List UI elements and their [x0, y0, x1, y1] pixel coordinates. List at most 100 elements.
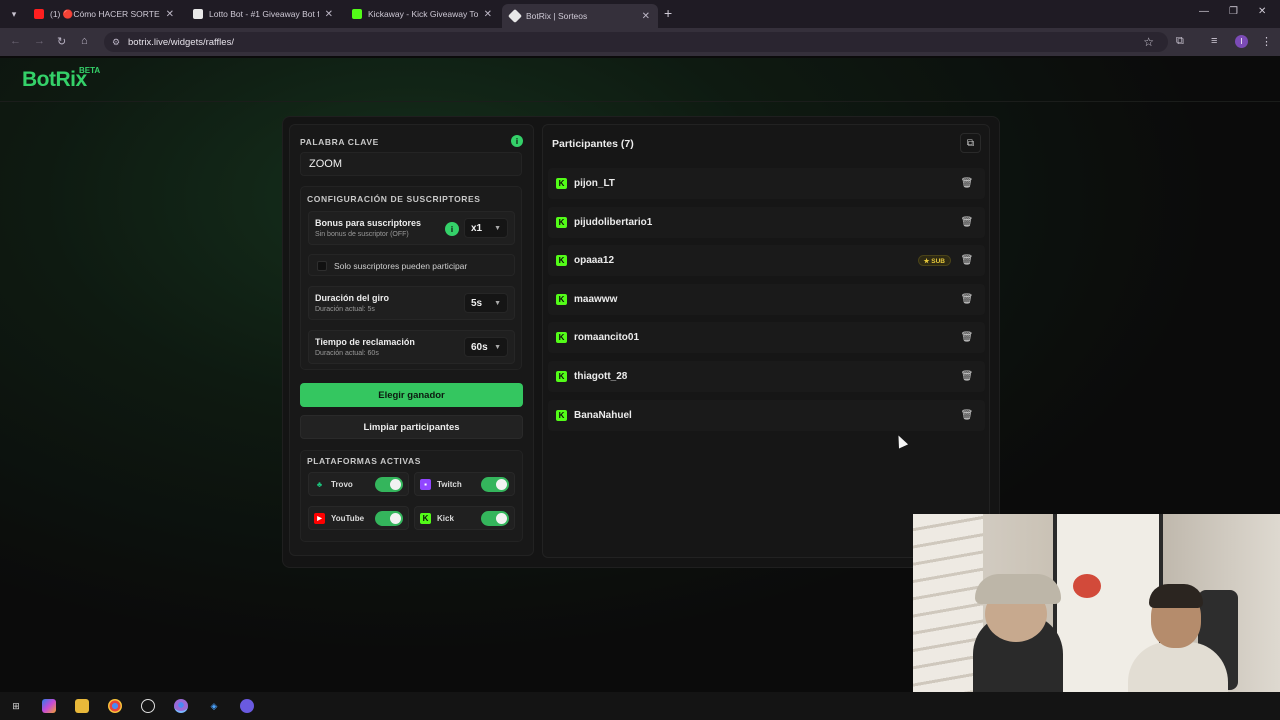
kick-icon: K — [556, 371, 567, 382]
bonus-multiplier-value: x1 — [471, 222, 483, 234]
profile-avatar[interactable]: I — [1235, 35, 1248, 48]
platform-name: YouTube — [331, 514, 365, 523]
participant-name: romaancito01 — [574, 332, 640, 343]
participant-row: K romaancito01 🗑 — [548, 322, 985, 353]
app-icon[interactable]: ◈ — [207, 699, 221, 713]
tab-title: Kickaway - Kick Giveaway Tool — [368, 9, 478, 19]
kick-icon — [352, 9, 362, 19]
subscribers-only-row[interactable]: Solo suscriptores pueden participar — [308, 254, 515, 276]
platform-youtube: ▶ YouTube — [308, 506, 409, 530]
pick-winner-button[interactable]: Elegir ganador — [300, 383, 523, 407]
webcam-overlay — [913, 514, 1280, 720]
browser-tab[interactable]: (1) 🔴Cómo HACER SORTEO ✕ — [26, 4, 182, 24]
close-tab-icon[interactable]: ✕ — [484, 9, 492, 20]
trash-icon[interactable]: 🗑 — [958, 407, 976, 423]
browser-tab[interactable]: Kickaway - Kick Giveaway Tool ✕ — [344, 4, 500, 24]
restore-icon[interactable]: ❐ — [1229, 6, 1238, 17]
subscriber-bonus-row: Bonus para suscriptores Sin bonus de sus… — [308, 211, 515, 245]
address-bar[interactable]: ⚙ botrix.live/widgets/raffles/ ☆ — [104, 32, 1168, 52]
bonus-info-icon[interactable]: i — [445, 222, 459, 236]
platform-name: Kick — [437, 514, 454, 523]
sub-badge: ★ SUB — [917, 255, 951, 266]
platform-trovo: ♣ Trovo — [308, 472, 409, 496]
file-explorer-icon[interactable] — [75, 699, 89, 713]
botrix-logo[interactable]: BotRix — [22, 68, 87, 92]
tab-title: Lotto Bot - #1 Giveaway Bot fo — [209, 9, 319, 19]
spin-duration-subtitle: Duración actual: 5s — [315, 306, 375, 313]
minimize-icon[interactable]: — — [1199, 6, 1209, 17]
participant-name: pijudolibertario1 — [574, 217, 653, 228]
chrome-icon[interactable] — [108, 699, 122, 713]
lottobot-icon — [193, 9, 203, 19]
twitch-icon: ▪ — [420, 479, 431, 490]
youtube-icon: ▶ — [314, 513, 325, 524]
platform-name: Trovo — [331, 480, 353, 489]
new-tab-button[interactable]: + — [664, 5, 672, 21]
kick-toggle[interactable] — [481, 511, 509, 526]
discord-icon[interactable] — [240, 699, 254, 713]
youtube-toggle[interactable] — [375, 511, 403, 526]
keyword-info-icon[interactable]: i — [511, 135, 523, 147]
chevron-down-icon: ▼ — [494, 299, 501, 307]
windows-start-icon[interactable]: ⊞ — [9, 699, 23, 713]
close-tab-icon[interactable]: ✕ — [166, 9, 174, 20]
twitch-toggle[interactable] — [481, 477, 509, 492]
botrix-icon — [507, 8, 523, 24]
copy-icon[interactable]: ⧉ — [960, 133, 981, 153]
trovo-toggle[interactable] — [375, 477, 403, 492]
trash-icon[interactable]: 🗑 — [958, 252, 976, 268]
trash-icon[interactable]: 🗑 — [958, 214, 976, 230]
keyword-input[interactable]: ZOOM — [300, 152, 522, 176]
browser-tab[interactable]: Lotto Bot - #1 Giveaway Bot fo ✕ — [185, 4, 341, 24]
chevron-down-icon: ▼ — [494, 343, 501, 351]
bookmark-star-icon[interactable]: ☆ — [1143, 35, 1154, 49]
tab-search-chevron-icon[interactable]: ▾ — [4, 4, 24, 24]
extensions-icon[interactable]: ⧉ — [1176, 35, 1184, 48]
close-tab-icon[interactable]: ✕ — [325, 9, 333, 20]
trash-icon[interactable]: 🗑 — [958, 329, 976, 345]
bonus-multiplier-select[interactable]: x1 ▼ — [464, 218, 508, 238]
chevron-down-icon: ▼ — [494, 224, 501, 232]
back-icon[interactable]: ← — [10, 35, 21, 47]
participant-name: opaaa12 — [574, 255, 615, 266]
subscribers-only-checkbox[interactable] — [317, 261, 327, 271]
site-header: BotRix BETA — [0, 58, 1280, 102]
claim-time-value: 60s — [471, 341, 488, 353]
kick-icon: K — [556, 178, 567, 189]
webcam-hat — [975, 574, 1061, 604]
clear-participants-button[interactable]: Limpiar participantes — [300, 415, 523, 439]
participant-row: K thiagott_28 🗑 — [548, 361, 985, 392]
trash-icon[interactable]: 🗑 — [958, 291, 976, 307]
app-icon[interactable] — [141, 699, 155, 713]
participant-row: K pijon_LT 🗑 — [548, 168, 985, 199]
participant-name: maawww — [574, 294, 618, 305]
reload-icon[interactable]: ↻ — [57, 35, 66, 48]
kick-icon: K — [556, 294, 567, 305]
trash-icon[interactable]: 🗑 — [958, 368, 976, 384]
participant-row: K opaaa12 ★ SUB 🗑 — [548, 245, 985, 276]
bonus-subtitle: Sin bonus de suscriptor (OFF) — [315, 231, 409, 238]
browser-tab-active[interactable]: BotRix | Sorteos ✕ — [502, 4, 658, 28]
active-platforms-label: PLATAFORMAS ACTIVAS — [307, 456, 422, 466]
site-info-icon[interactable]: ⚙ — [112, 37, 120, 48]
home-icon[interactable]: ⌂ — [81, 35, 88, 47]
close-window-icon[interactable]: ✕ — [1258, 6, 1266, 17]
bonus-title: Bonus para suscriptores — [315, 218, 422, 228]
beta-badge: BETA — [79, 66, 101, 75]
participant-row: K pijudolibertario1 🗑 — [548, 207, 985, 238]
browser-menu-icon[interactable]: ⋮ — [1261, 35, 1272, 48]
claim-time-select[interactable]: 60s ▼ — [464, 337, 508, 357]
spin-duration-select[interactable]: 5s ▼ — [464, 293, 508, 313]
trash-icon[interactable]: 🗑 — [958, 175, 976, 191]
close-tab-icon[interactable]: ✕ — [642, 11, 650, 22]
kick-icon: K — [556, 332, 567, 343]
kick-icon: K — [556, 217, 567, 228]
spin-duration-title: Duración del giro — [315, 293, 390, 303]
forward-icon[interactable]: → — [34, 35, 45, 47]
copilot-icon[interactable] — [42, 699, 56, 713]
tab-title: (1) 🔴Cómo HACER SORTEO — [50, 8, 160, 19]
media-control-icon[interactable]: ≡ — [1211, 35, 1217, 47]
youtube-icon — [34, 9, 44, 19]
chrome-profile-icon[interactable] — [174, 699, 188, 713]
claim-time-row: Tiempo de reclamación Duración actual: 6… — [308, 330, 515, 364]
